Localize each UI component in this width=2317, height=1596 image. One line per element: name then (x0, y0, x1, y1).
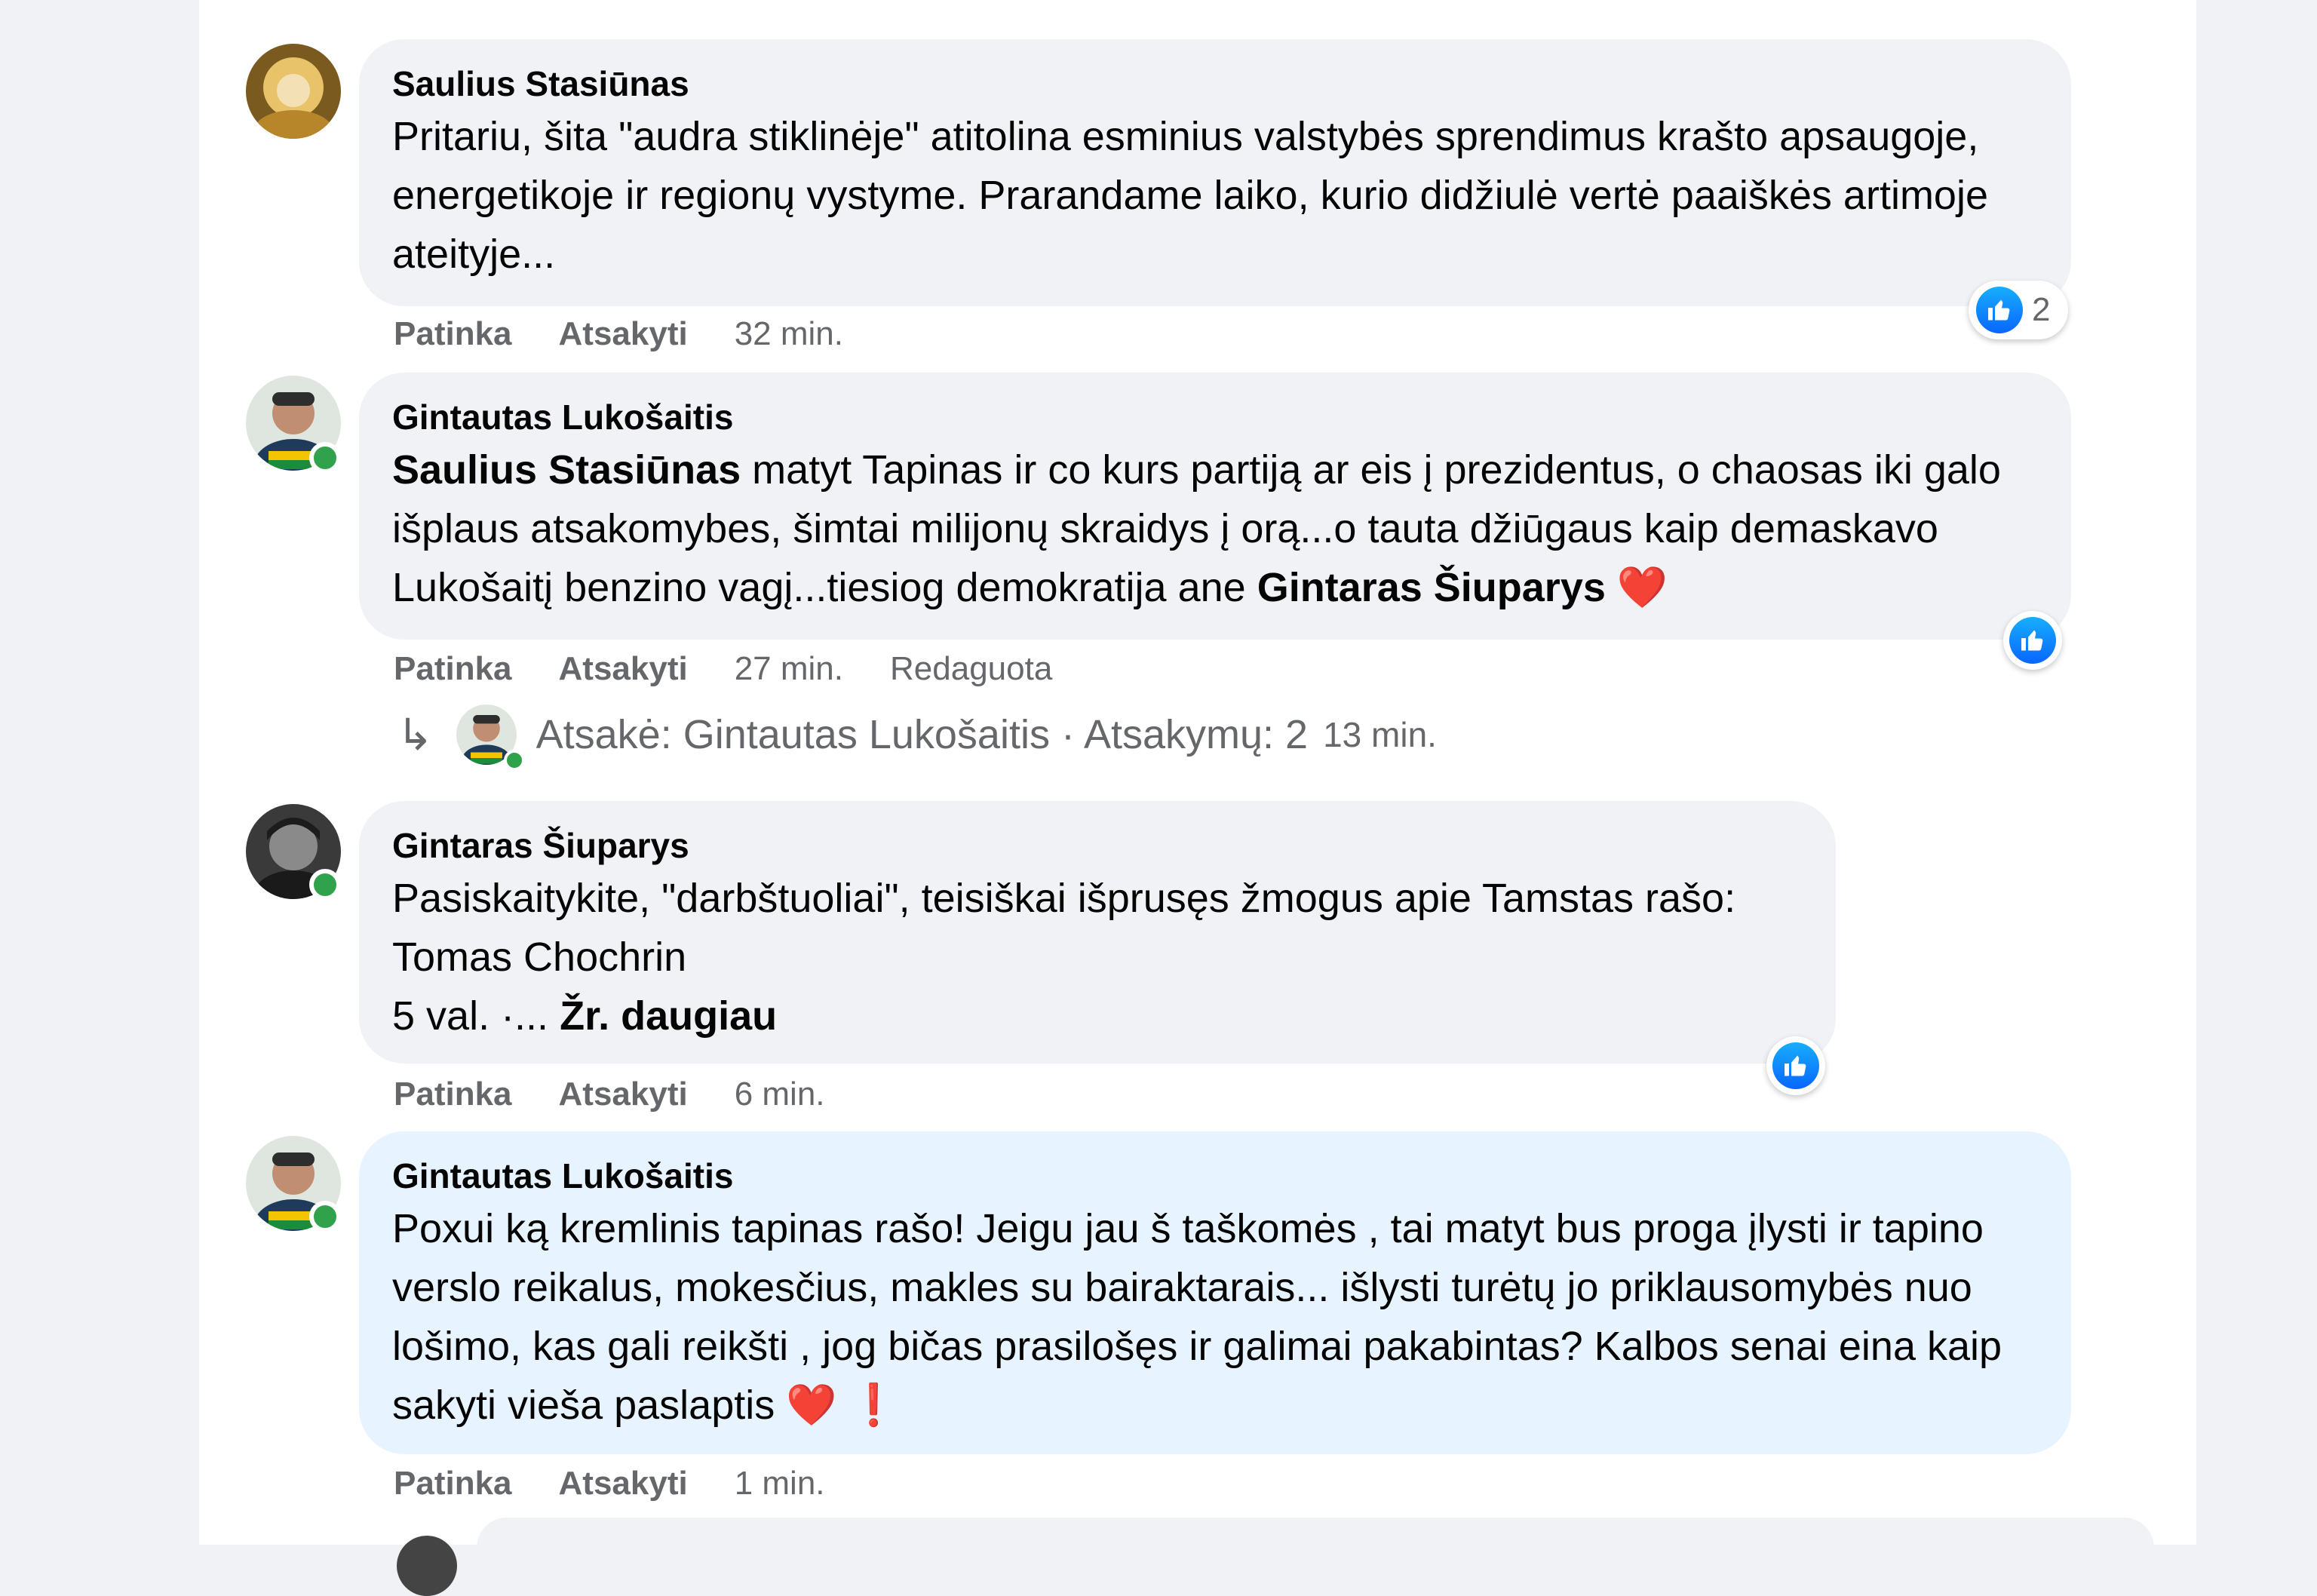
reply-button[interactable]: Atsakyti (559, 650, 688, 688)
comment-author[interactable]: Gintautas Lukošaitis (392, 1156, 2038, 1196)
reply-button[interactable]: Atsakyti (559, 315, 688, 353)
online-status-icon (309, 1201, 341, 1232)
comment-actions: Patinka Atsakyti 32 min. (394, 315, 890, 353)
timestamp[interactable]: 27 min. (735, 650, 843, 688)
reaction-summary[interactable] (1766, 1036, 1825, 1095)
view-replies-link[interactable]: ↳ Atsakė: Gintautas Lukošaitis · Atsakym… (397, 704, 1437, 765)
reaction-summary[interactable] (2003, 611, 2062, 670)
edited-label[interactable]: Redaguota (890, 650, 1052, 688)
reaction-summary[interactable]: 2 (1969, 281, 2069, 339)
reaction-count: 2 (2032, 291, 2051, 328)
online-status-icon (309, 442, 341, 474)
like-icon (1772, 1042, 1819, 1089)
reply-summary-time: 13 min. (1323, 715, 1437, 754)
comment-author[interactable]: Gintaras Šiuparys (392, 825, 1803, 866)
mention-link[interactable]: Gintaras Šiuparys (1257, 565, 1606, 610)
avatar[interactable] (246, 44, 341, 139)
exclamation-emoji: ❗ (848, 1383, 899, 1428)
comment-body: Poxui ką kremlinis tapinas rašo! Jeigu j… (392, 1206, 2002, 1428)
like-icon (2009, 617, 2056, 664)
comment-bubble-highlighted: Gintautas Lukošaitis Poxui ką kremlinis … (359, 1131, 2071, 1454)
timestamp[interactable]: 6 min. (735, 1076, 825, 1113)
comment-author[interactable]: Saulius Stasiūnas (392, 63, 2038, 104)
like-icon (1976, 287, 2023, 333)
reply-arrow-icon: ↳ (397, 711, 434, 760)
heart-emoji: ❤️ (1616, 565, 1668, 610)
comment-text: Poxui ką kremlinis tapinas rašo! Jeigu j… (392, 1199, 2038, 1435)
comment-bubble: Gintaras Šiuparys Pasiskaitykite, "darbš… (359, 801, 1836, 1063)
like-button[interactable]: Patinka (394, 1465, 512, 1502)
reply-summary-text[interactable]: Atsakė: Gintautas Lukošaitis · Atsakymų:… (536, 711, 1308, 758)
reply-button[interactable]: Atsakyti (559, 1076, 688, 1113)
online-status-icon (309, 869, 341, 901)
avatar[interactable] (397, 1536, 457, 1596)
like-button[interactable]: Patinka (394, 1076, 512, 1113)
shared-meta: 5 val. ·... (392, 993, 560, 1039)
comment-text: Saulius Stasiūnas matyt Tapinas ir co ku… (392, 440, 2038, 617)
timestamp[interactable]: 1 min. (735, 1465, 825, 1502)
comment-actions: Patinka Atsakyti 6 min. (394, 1076, 872, 1113)
online-status-icon (504, 750, 525, 771)
comment-text: Pritariu, šita "audra stiklinėje" atitol… (392, 114, 1988, 277)
mention-link[interactable]: Saulius Stasiūnas (392, 447, 741, 493)
heart-emoji: ❤️ (786, 1383, 837, 1428)
like-button[interactable]: Patinka (394, 650, 512, 688)
comment-text: Pasiskaitykite, "darbštuoliai", teisiška… (392, 869, 1803, 1045)
like-button[interactable]: Patinka (394, 315, 512, 353)
comment-bubble: Gintautas Lukošaitis Saulius Stasiūnas m… (359, 373, 2071, 640)
comment-actions: Patinka Atsakyti 1 min. (394, 1465, 872, 1502)
comment-bubble (477, 1518, 2154, 1578)
timestamp[interactable]: 32 min. (735, 315, 843, 353)
see-more-link[interactable]: Žr. daugiau (560, 993, 777, 1039)
comment-line: 5 val. ·... Žr. daugiau (392, 987, 1803, 1045)
comment-bubble: Saulius Stasiūnas Pritariu, šita "audra … (359, 39, 2071, 306)
reply-button[interactable]: Atsakyti (559, 1465, 688, 1502)
comment-actions: Patinka Atsakyti 27 min. Redaguota (394, 650, 1099, 688)
comment-author[interactable]: Gintautas Lukošaitis (392, 397, 2038, 437)
comment-line: Pasiskaitykite, "darbštuoliai", teisiška… (392, 876, 1736, 921)
shared-author-line: Tomas Chochrin (392, 935, 687, 980)
